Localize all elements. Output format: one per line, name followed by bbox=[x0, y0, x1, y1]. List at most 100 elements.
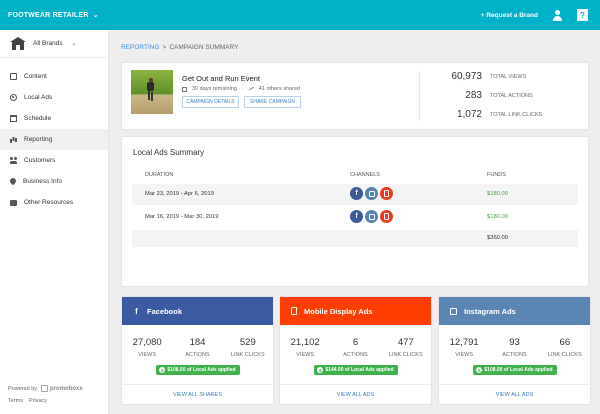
sidebar-item-schedule[interactable]: Schedule bbox=[0, 108, 108, 129]
channel-stats: 21,102 VIEWS 6 ACTIONS 477 LINK CLICKS bbox=[280, 337, 431, 358]
duration-cell: Mar 23, 2019 - Apr 6, 2019 bbox=[145, 191, 214, 197]
funds-header: FUNDS bbox=[487, 172, 506, 178]
view-all-shares-link[interactable]: VIEW ALL SHARES bbox=[122, 384, 273, 404]
shared-count: 41 others shared bbox=[258, 86, 301, 92]
sidebar-item-label: Customers bbox=[24, 157, 56, 164]
channel-name: Instagram Ads bbox=[464, 306, 516, 316]
local-ads-summary-card: Local Ads Summary DURATION CHANNELS FUND… bbox=[122, 137, 588, 286]
calendar-icon bbox=[182, 86, 187, 92]
channels-header: CHANNELS bbox=[350, 172, 380, 178]
total-link-clicks-value: 1,072 bbox=[456, 109, 482, 120]
link-clicks-label: LINK CLICKS bbox=[231, 352, 265, 358]
views-value: 27,080 bbox=[132, 337, 162, 348]
campaign-details-button[interactable]: CAMPAIGN DETAILS bbox=[182, 96, 239, 108]
request-brand-link[interactable]: + Request a Brand bbox=[481, 12, 538, 19]
sidebar-item-label: Content bbox=[24, 73, 47, 80]
facebook-card-header: f Facebook bbox=[122, 297, 273, 325]
facebook-icon: f bbox=[350, 210, 363, 223]
total-row: $360.00 bbox=[132, 230, 578, 247]
link-clicks-value: 477 bbox=[397, 337, 414, 348]
funds-cell: $180.00 bbox=[487, 191, 508, 197]
brand-name: FOOTWEAR RETAILER bbox=[8, 11, 89, 19]
instagram-icon bbox=[365, 210, 378, 223]
total-actions-label: TOTAL ACTIONS bbox=[490, 92, 533, 99]
mobile-icon bbox=[380, 210, 393, 223]
actions-value: 184 bbox=[189, 337, 206, 348]
total-link-clicks-label: TOTAL LINK CLICKS bbox=[490, 111, 543, 118]
channel-stats: 12,791 VIEWS 93 ACTIONS 66 LINK CLICKS bbox=[439, 337, 590, 358]
instagram-icon bbox=[450, 307, 457, 315]
privacy-link[interactable]: Privacy bbox=[29, 398, 47, 404]
views-label: VIEWS bbox=[455, 352, 474, 358]
actions-value: 6 bbox=[352, 337, 359, 348]
actions-label: ACTIONS bbox=[502, 352, 527, 358]
top-bar: FOOTWEAR RETAILER ⌄ + Request a Brand ? bbox=[0, 0, 600, 30]
dollar-icon: $ bbox=[317, 367, 324, 373]
duration-cell: Mar 16, 2019 - Mar 30, 2019 bbox=[145, 214, 219, 220]
channels-cell: f bbox=[350, 187, 393, 200]
total-views-stat: 60,973 TOTAL VIEWS bbox=[430, 71, 580, 82]
mobile-icon bbox=[380, 187, 393, 200]
total-views-label: TOTAL VIEWS bbox=[490, 73, 527, 80]
view-all-ads-link[interactable]: VIEW ALL ADS bbox=[439, 384, 590, 404]
terms-link[interactable]: Terms bbox=[8, 398, 23, 404]
instagram-card-header: Instagram Ads bbox=[439, 297, 590, 325]
table-row: Mar 16, 2019 - Mar 30, 2019 f $180.00 bbox=[132, 207, 578, 228]
briefcase-icon bbox=[10, 199, 17, 206]
brands-selector[interactable]: All Brands ⌄ bbox=[0, 30, 108, 58]
sidebar-item-local-ads[interactable]: Local Ads bbox=[0, 87, 108, 108]
chevron-down-icon: ⌄ bbox=[92, 12, 99, 19]
sidebar-item-content[interactable]: Content bbox=[0, 66, 108, 87]
sidebar-item-customers[interactable]: Customers bbox=[0, 150, 108, 171]
promoboxx-wordmark: promoboxx bbox=[50, 385, 83, 392]
powered-by-label: Powered by bbox=[8, 385, 38, 392]
link-clicks-label: LINK CLICKS bbox=[389, 352, 423, 358]
applied-text: $144.00 of Local Ads applied bbox=[325, 367, 394, 373]
customers-icon bbox=[10, 157, 17, 164]
dollar-icon: $ bbox=[476, 367, 483, 373]
breadcrumb-separator: > bbox=[162, 44, 167, 51]
sidebar-item-label: Reporting bbox=[24, 136, 53, 143]
sidebar-item-other-resources[interactable]: Other Resources bbox=[0, 192, 108, 213]
total-views-value: 60,973 bbox=[451, 71, 482, 82]
table-row: Mar 23, 2019 - Apr 6, 2019 f $180.00 bbox=[132, 184, 578, 205]
promoboxx-mark-icon bbox=[41, 385, 49, 392]
campaign-card: Get Out and Run Event 30 days remaining … bbox=[122, 63, 588, 129]
help-icon[interactable]: ? bbox=[577, 9, 588, 21]
meta-separator: · bbox=[241, 86, 244, 92]
local-ads-applied-badge: $ $108.00 of Local Ads applied bbox=[472, 365, 557, 375]
link-clicks-value: 66 bbox=[559, 337, 571, 348]
views-value: 12,791 bbox=[449, 337, 479, 348]
sidebar-item-label: Business Info bbox=[23, 178, 63, 185]
store-icon bbox=[10, 37, 26, 50]
funds-total: $360.00 bbox=[487, 235, 508, 241]
days-remaining: 30 days remaining bbox=[192, 86, 237, 92]
brand-switcher[interactable]: FOOTWEAR RETAILER ⌄ bbox=[0, 11, 99, 20]
total-link-clicks-stat: 1,072 TOTAL LINK CLICKS bbox=[430, 109, 580, 120]
channel-name: Facebook bbox=[147, 306, 183, 316]
instagram-ads-card: Instagram Ads 12,791 VIEWS 93 ACTIONS 66 LI… bbox=[439, 297, 590, 404]
actions-label: ACTIONS bbox=[343, 352, 368, 358]
channel-name: Mobile Display Ads bbox=[304, 306, 373, 316]
duration-header: DURATION bbox=[145, 172, 174, 178]
breadcrumb-current: CAMPAIGN SUMMARY bbox=[169, 44, 239, 51]
sidebar-item-label: Local Ads bbox=[24, 94, 53, 101]
campaign-title: Get Out and Run Event bbox=[182, 74, 260, 83]
applied-text: $108.00 of Local Ads applied bbox=[167, 367, 236, 373]
brands-label: All Brands bbox=[33, 40, 63, 47]
channel-stats: 27,080 VIEWS 184 ACTIONS 529 LINK CLICKS bbox=[122, 337, 273, 358]
sidebar-item-business-info[interactable]: Business Info bbox=[0, 171, 108, 192]
breadcrumb-reporting[interactable]: REPORTING bbox=[121, 44, 160, 51]
location-icon bbox=[10, 178, 16, 185]
link-clicks-value: 529 bbox=[239, 337, 256, 348]
campaign-thumbnail bbox=[131, 70, 173, 114]
chevron-down-icon: ⌄ bbox=[71, 41, 77, 47]
local-ads-applied-badge: $ $144.00 of Local Ads applied bbox=[313, 365, 398, 375]
user-icon[interactable] bbox=[552, 9, 563, 21]
total-actions-stat: 283 TOTAL ACTIONS bbox=[430, 90, 580, 101]
dollar-icon: $ bbox=[159, 367, 166, 373]
share-icon bbox=[249, 87, 254, 92]
share-campaign-button[interactable]: SHARE CAMPAIGN bbox=[244, 96, 301, 108]
sidebar-item-reporting[interactable]: Reporting bbox=[0, 129, 108, 150]
view-all-ads-link[interactable]: VIEW ALL ADS bbox=[280, 384, 431, 404]
